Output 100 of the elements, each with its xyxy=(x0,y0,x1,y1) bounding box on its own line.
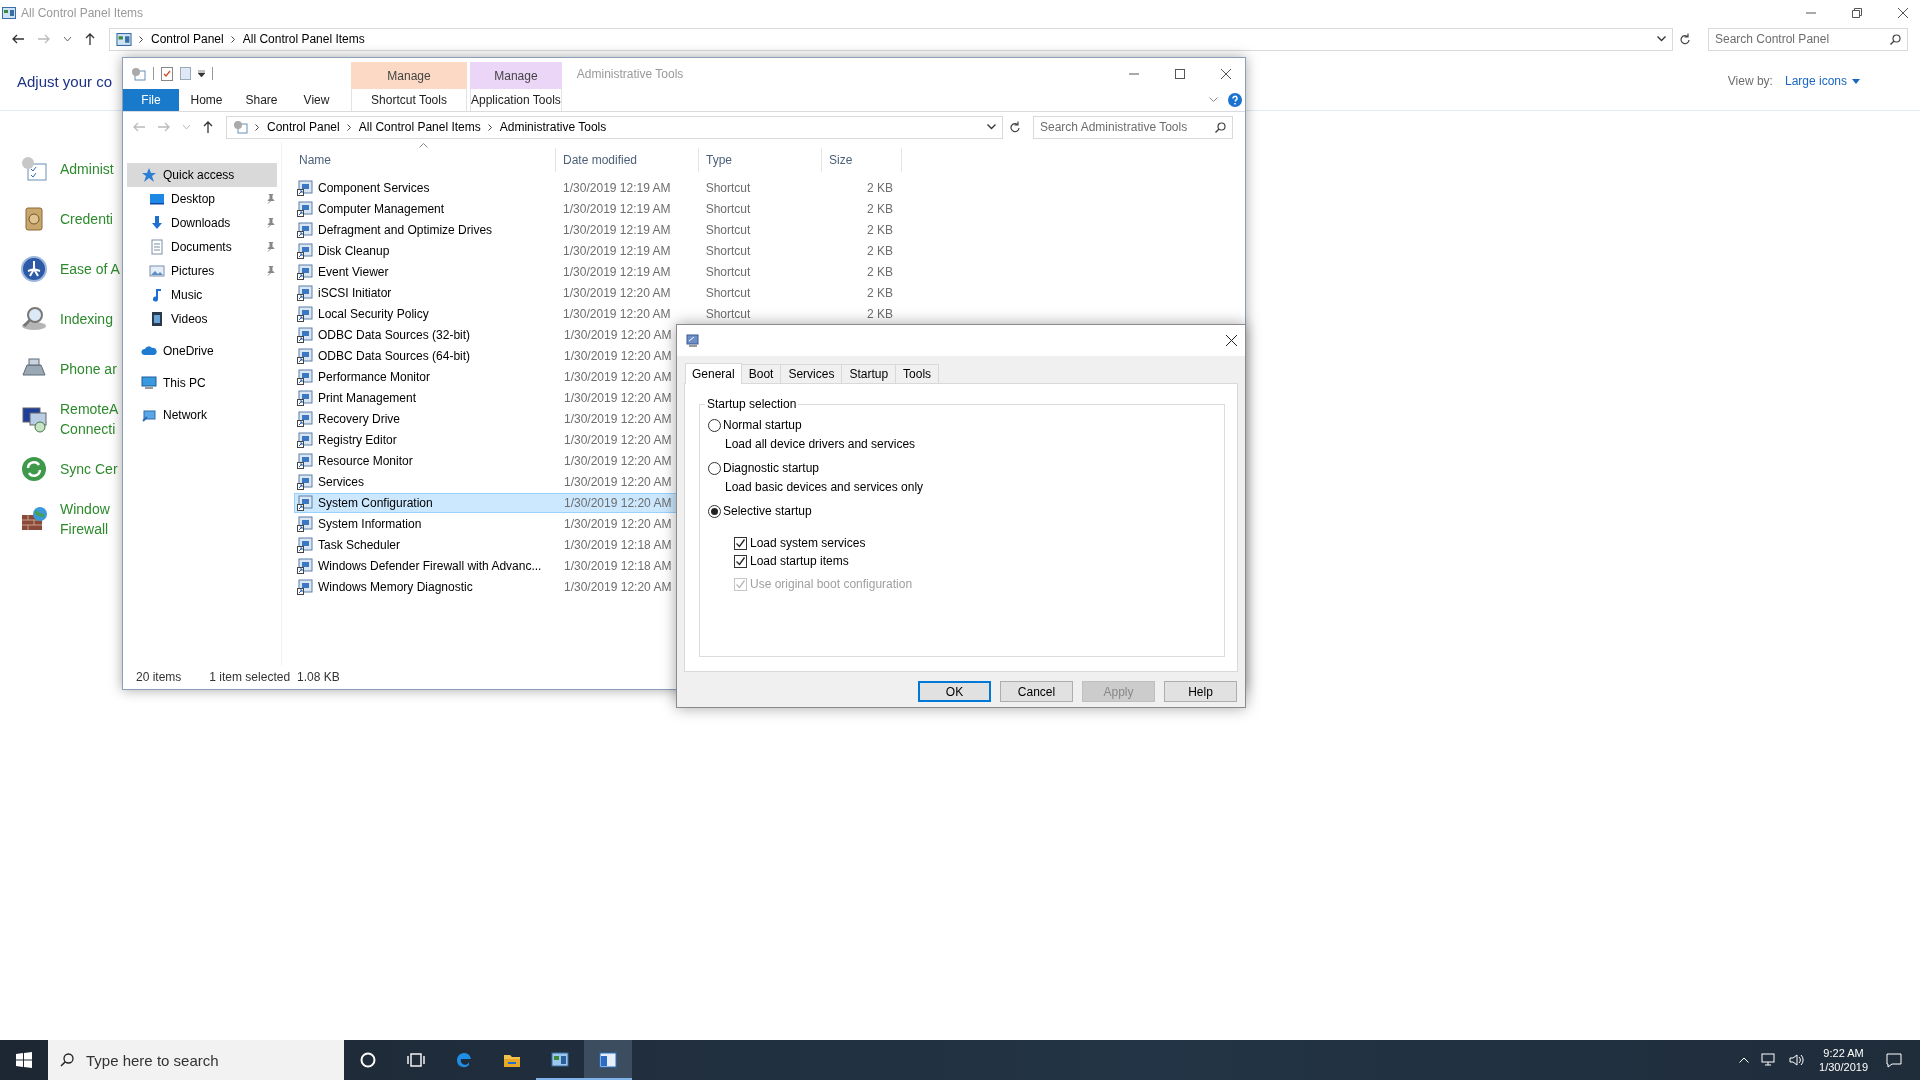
nav-item[interactable]: Videos xyxy=(127,307,277,331)
nav-item[interactable]: OneDrive xyxy=(127,339,277,363)
ribbon-tab[interactable]: Shortcut Tools xyxy=(351,89,467,111)
pin-icon[interactable] xyxy=(265,194,275,204)
nav-item[interactable]: Pictures xyxy=(127,259,277,283)
radio-button[interactable] xyxy=(708,461,721,475)
notification-icon[interactable] xyxy=(1886,1052,1902,1068)
nav-item[interactable]: Documents xyxy=(127,235,277,259)
caret-icon[interactable] xyxy=(198,70,205,77)
ribbon-tab[interactable]: View xyxy=(289,89,344,111)
accessibility-icon[interactable] xyxy=(20,255,48,283)
help-icon[interactable] xyxy=(1228,93,1242,107)
dialog-button[interactable]: Help xyxy=(1164,681,1237,702)
file-row[interactable]: Computer Management 1/30/2019 12:19 AM Shortcut 2 KB xyxy=(294,199,902,219)
magnifier-icon[interactable] xyxy=(20,305,48,333)
chevron-down-icon[interactable] xyxy=(987,124,996,130)
breadcrumb-item[interactable]: All Control Panel Items xyxy=(358,120,481,134)
star-icon xyxy=(141,167,157,183)
column-header[interactable]: Size xyxy=(822,148,902,172)
nav-item[interactable]: Quick access xyxy=(127,163,277,187)
nav-item[interactable]: Downloads xyxy=(127,211,277,235)
taskbar-app[interactable] xyxy=(584,1040,632,1080)
column-header[interactable]: Type xyxy=(699,148,822,172)
search-field[interactable]: Type here to search xyxy=(48,1040,344,1080)
file-row[interactable]: Local Security Policy 1/30/2019 12:20 AM Shortcut 2 KB xyxy=(294,304,902,324)
document-icon xyxy=(149,239,165,255)
file-tab[interactable]: File xyxy=(123,89,179,111)
applet-link[interactable]: Ease of A xyxy=(60,259,120,279)
checkbox[interactable] xyxy=(734,554,747,568)
refresh-icon[interactable] xyxy=(1009,121,1020,133)
volume-icon[interactable] xyxy=(1789,1053,1806,1067)
checkbox[interactable] xyxy=(734,536,747,550)
pin-icon[interactable] xyxy=(265,218,275,228)
file-row[interactable]: iSCSI Initiator 1/30/2019 12:20 AM Shortcut 2 KB xyxy=(294,283,902,303)
applet-link[interactable]: Indexing xyxy=(60,309,113,329)
network-icon[interactable] xyxy=(1761,1053,1778,1067)
sort-caret-icon xyxy=(419,143,428,148)
dialog-button[interactable]: OK xyxy=(918,681,991,702)
file-row[interactable]: ODBC Data Sources (32-bit) 1/30/2019 12:20 AM xyxy=(294,325,902,345)
dialog-tab[interactable]: Startup xyxy=(841,364,897,383)
search-field[interactable]: Search Administrative Tools xyxy=(1033,115,1233,139)
address-bar[interactable]: Control Panel All Control Panel Items Administrative Tools xyxy=(226,115,1003,139)
clock-date[interactable]: 1/30/2019 xyxy=(1819,1060,1868,1074)
checklist-icon[interactable] xyxy=(20,155,48,183)
address-bar[interactable]: Control Panel All Control Panel Items xyxy=(109,27,1673,51)
ribbon-tab[interactable]: Share xyxy=(234,89,289,111)
file-row[interactable]: ODBC Data Sources (64-bit) 1/30/2019 12:20 AM xyxy=(294,346,902,366)
ribbon-tab[interactable]: Home xyxy=(179,89,234,111)
applet-link[interactable]: Connecti xyxy=(60,419,119,439)
applet-link[interactable]: Window xyxy=(60,499,110,519)
checklist-icon[interactable] xyxy=(161,66,173,81)
search-field[interactable]: Search Control Panel xyxy=(1708,27,1908,51)
nav-item[interactable]: Music xyxy=(127,283,277,307)
status-text: 1 item selected xyxy=(209,670,291,684)
monitor-icon[interactable] xyxy=(20,405,48,433)
dialog-tab[interactable]: Tools xyxy=(895,364,940,383)
applet-link[interactable]: Credenti xyxy=(60,209,113,229)
back-arrow-icon[interactable] xyxy=(12,34,24,44)
close-icon[interactable] xyxy=(1221,68,1231,79)
breadcrumb-item[interactable]: Control Panel xyxy=(151,32,224,46)
applet-link[interactable]: Administ xyxy=(60,159,114,179)
shortcut-icon xyxy=(297,579,313,595)
column-header[interactable]: Date modified xyxy=(556,148,699,172)
radio-button[interactable] xyxy=(708,418,721,432)
radio-button[interactable] xyxy=(708,504,721,518)
file-row[interactable]: Event Viewer 1/30/2019 12:19 AM Shortcut 2 KB xyxy=(294,262,902,282)
close-icon[interactable] xyxy=(1898,8,1908,18)
brick-wall-icon[interactable] xyxy=(20,505,48,533)
up-arrow-icon[interactable] xyxy=(85,33,95,45)
ribbon-tab[interactable]: Application Tools xyxy=(470,89,562,111)
up-arrow-icon[interactable] xyxy=(203,121,213,133)
chevron-down-icon[interactable] xyxy=(1657,36,1666,42)
view-by-dropdown[interactable]: Large icons xyxy=(1784,74,1860,88)
download-icon xyxy=(149,215,165,231)
maximize-icon[interactable] xyxy=(1175,68,1185,79)
sync-icon[interactable] xyxy=(20,455,48,483)
chevron-right-icon xyxy=(487,123,493,131)
applet-link[interactable]: RemoteA xyxy=(60,399,119,419)
restore-icon[interactable] xyxy=(1852,8,1862,18)
applet-link[interactable]: Sync Cer xyxy=(60,459,118,479)
nav-item[interactable]: This PC xyxy=(127,371,277,395)
nav-item[interactable]: Network xyxy=(127,403,277,427)
file-row[interactable]: Component Services 1/30/2019 12:19 AM Shortcut 2 KB xyxy=(294,178,902,198)
pin-icon[interactable] xyxy=(265,266,275,276)
nav-item[interactable]: Desktop xyxy=(127,187,277,211)
column-header[interactable]: Name xyxy=(294,148,556,172)
pin-icon[interactable] xyxy=(265,242,275,252)
dialog-tab[interactable]: General xyxy=(685,363,742,384)
clock-time[interactable]: 9:22 AM xyxy=(1823,1046,1864,1060)
file-row[interactable]: Defragment and Optimize Drives 1/30/2019 12:19 AM Shortcut 2 KB xyxy=(294,220,902,240)
close-icon[interactable] xyxy=(1226,335,1237,346)
breadcrumb-item[interactable]: All Control Panel Items xyxy=(242,32,365,46)
refresh-icon[interactable] xyxy=(1679,33,1690,45)
applet-link[interactable]: Firewall xyxy=(60,519,110,539)
applet-link[interactable]: Phone ar xyxy=(60,359,117,379)
breadcrumb-item[interactable]: Control Panel xyxy=(267,120,340,134)
chevron-up-icon[interactable] xyxy=(1739,1057,1750,1063)
dialog-button[interactable]: Cancel xyxy=(1000,681,1073,702)
breadcrumb-item[interactable]: Administrative Tools xyxy=(499,120,607,134)
file-row[interactable]: Disk Cleanup 1/30/2019 12:19 AM Shortcut 2 KB xyxy=(294,241,902,261)
